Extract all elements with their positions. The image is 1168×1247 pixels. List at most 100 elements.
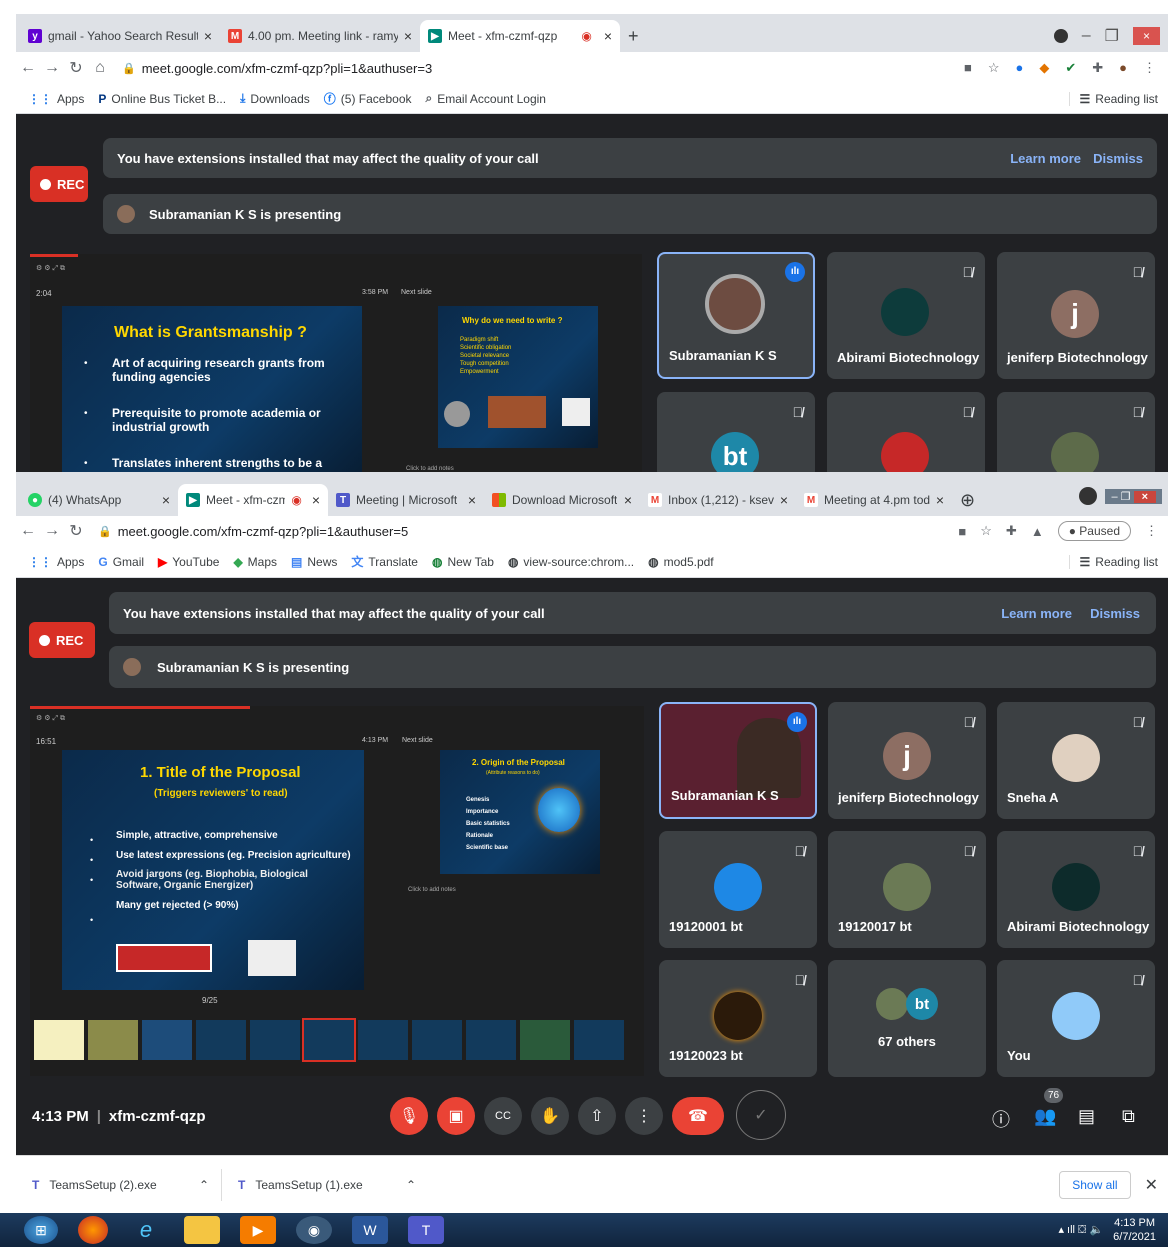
bookmark-viewsource[interactable]: ◍ view-source:chrom...	[508, 555, 634, 569]
participant-tile[interactable]: 🎙̸ Abirami Biotechnology	[997, 831, 1155, 948]
captions-button[interactable]: CC	[484, 1097, 522, 1135]
tab-inbox[interactable]: M Inbox (1,212) - kseve ×	[640, 484, 796, 516]
media-player-icon[interactable]: ▶	[240, 1216, 276, 1244]
participant-tile[interactable]: 🎙̸	[997, 392, 1155, 472]
star-icon[interactable]: ☆	[988, 60, 1000, 76]
tab-download[interactable]: Download Microsoft ×	[484, 484, 640, 516]
close-icon[interactable]: ✕	[1145, 1175, 1158, 1195]
profile-icon[interactable]	[1053, 29, 1068, 43]
menu-icon[interactable]: ⋮	[1143, 60, 1156, 76]
profile-icon[interactable]	[1079, 487, 1098, 505]
bookmark-apps[interactable]: ⋮⋮ Apps	[28, 92, 84, 106]
tab-teams[interactable]: T Meeting | Microsoft ×	[328, 484, 484, 516]
close-icon[interactable]: ×	[404, 28, 412, 44]
close-icon[interactable]: ×	[162, 492, 170, 508]
chevron-up-icon[interactable]: ⌃	[406, 1178, 416, 1192]
participant-tile[interactable]: bt 67 others	[828, 960, 986, 1077]
tab-meet[interactable]: ▶ Meet - xfm-czmf-qzp ◉ ×	[420, 20, 620, 52]
tab-whatsapp[interactable]: ● (4) WhatsApp ×	[20, 484, 178, 516]
extension-icon[interactable]: ◆	[1039, 60, 1049, 76]
minimize-icon[interactable]: –	[1082, 27, 1091, 45]
back-icon[interactable]: ←	[16, 59, 40, 77]
camera-toggle-button[interactable]: ▣	[437, 1097, 475, 1135]
thumbnail[interactable]	[574, 1020, 624, 1060]
tray-icons[interactable]: ▴ ıll ⛋ 🔈	[1058, 1223, 1103, 1237]
thumbnail[interactable]	[34, 1020, 84, 1060]
tab-meeting-mail[interactable]: M Meeting at 4.pm tod ×	[796, 484, 952, 516]
participant-tile[interactable]: ılı Subramanian K S	[657, 252, 815, 379]
people-icon[interactable]: 👥	[1034, 1106, 1056, 1127]
participant-tile[interactable]: ılı Subramanian K S	[659, 702, 817, 819]
participant-tile[interactable]: 🎙̸ You	[997, 960, 1155, 1077]
camera-icon[interactable]: ■	[958, 524, 966, 539]
avatar[interactable]: ●	[1119, 60, 1127, 76]
activity-button[interactable]: ✓	[736, 1090, 786, 1140]
tab-yahoo[interactable]: y gmail - Yahoo Search Results Ya×	[20, 20, 220, 52]
bookmark-mod5[interactable]: ◍ mod5.pdf	[648, 555, 714, 569]
download-item[interactable]: T TeamsSetup (1).exe ⌃	[222, 1169, 428, 1201]
paused-button[interactable]: ● Paused	[1057, 521, 1131, 541]
start-button[interactable]: ⊞	[24, 1216, 58, 1244]
dismiss-button[interactable]: Dismiss	[1093, 151, 1143, 166]
explorer-icon[interactable]	[184, 1216, 220, 1244]
bookmark-facebook[interactable]: ⓕ (5) Facebook	[324, 90, 412, 107]
participant-tile[interactable]: 🎙̸ Abirami Biotechnology	[827, 252, 985, 379]
thumbnail[interactable]	[412, 1020, 462, 1060]
participant-tile[interactable]: 🎙̸ Sneha A	[997, 702, 1155, 819]
close-icon[interactable]: ×	[780, 492, 788, 508]
forward-icon[interactable]: →	[40, 59, 64, 77]
learn-more-link[interactable]: Learn more	[1010, 151, 1081, 166]
thumbnail[interactable]	[88, 1020, 138, 1060]
bookmark-news[interactable]: ▤ News	[291, 555, 337, 569]
show-all-button[interactable]: Show all	[1059, 1170, 1131, 1199]
leave-call-button[interactable]: ☎	[672, 1097, 724, 1135]
firefox-icon[interactable]	[78, 1216, 108, 1244]
reading-list[interactable]: ☰ Reading list	[1068, 554, 1168, 569]
chat-icon[interactable]: ▤	[1078, 1106, 1095, 1127]
maximize-icon[interactable]: ❐	[1105, 26, 1119, 46]
raise-hand-button[interactable]: ✋	[531, 1097, 569, 1135]
thumbnail[interactable]	[358, 1020, 408, 1060]
reading-list[interactable]: ☰ Reading list	[1068, 91, 1168, 106]
mic-toggle-button[interactable]: 🎙	[390, 1097, 428, 1135]
dismiss-button[interactable]: Dismiss	[1090, 606, 1140, 621]
participant-tile[interactable]: 🎙̸ 19120023 bt	[659, 960, 817, 1077]
bookmark-email[interactable]: ⌕ Email Account Login	[426, 91, 546, 106]
bookmark-bus[interactable]: P Online Bus Ticket B...	[98, 92, 226, 106]
chrome-icon[interactable]: ◉	[296, 1216, 332, 1244]
learn-more-link[interactable]: Learn more	[1001, 606, 1072, 621]
word-icon[interactable]: W	[352, 1216, 388, 1244]
tab-gmail[interactable]: M 4.00 pm. Meeting link - ramyarb×	[220, 20, 420, 52]
thumbnail[interactable]	[196, 1020, 246, 1060]
new-tab-button[interactable]: +	[620, 20, 647, 52]
thumbnail[interactable]	[520, 1020, 570, 1060]
close-icon[interactable]: ×	[604, 28, 612, 44]
extension-g-icon[interactable]: ●	[1015, 60, 1023, 76]
flask-icon[interactable]: ▲	[1031, 524, 1044, 539]
forward-icon[interactable]: →	[40, 522, 64, 540]
url-field[interactable]: meet.google.com/xfm-czmf-qzp?pli=1&authu…	[118, 524, 408, 539]
thumbnail[interactable]	[302, 1018, 356, 1062]
close-icon[interactable]: ×	[624, 492, 632, 508]
close-icon[interactable]: ×	[936, 492, 944, 508]
participant-tile[interactable]: 🎙̸ 19120017 bt	[828, 831, 986, 948]
teams-icon[interactable]: T	[408, 1216, 444, 1244]
window-controls[interactable]: – ❐ ×	[1105, 488, 1162, 504]
close-icon[interactable]: ×	[204, 28, 212, 44]
bookmark-newtab[interactable]: ◍ New Tab	[432, 555, 494, 569]
ie-icon[interactable]: e	[128, 1216, 164, 1244]
bookmark-apps[interactable]: ⋮⋮ Apps	[28, 555, 84, 569]
close-icon[interactable]: ×	[468, 492, 476, 508]
activities-icon[interactable]: ⧉	[1122, 1106, 1135, 1127]
thumbnail[interactable]	[142, 1020, 192, 1060]
bookmark-downloads[interactable]: ⤓ Downloads	[240, 91, 310, 106]
bookmark-youtube[interactable]: ▶ YouTube	[158, 555, 219, 569]
participant-tile[interactable]: 🎙̸	[827, 392, 985, 472]
puzzle-icon[interactable]: ✚	[1006, 523, 1017, 539]
download-item[interactable]: T TeamsSetup (2).exe ⌃	[16, 1168, 222, 1201]
url-field[interactable]: meet.google.com/xfm-czmf-qzp?pli=1&authu…	[142, 61, 432, 76]
more-options-button[interactable]: ⋮	[625, 1097, 663, 1135]
thumbnail[interactable]	[250, 1020, 300, 1060]
participant-tile[interactable]: j 🎙̸ jeniferp Biotechnology	[997, 252, 1155, 379]
home-icon[interactable]: ⌂	[88, 59, 112, 77]
